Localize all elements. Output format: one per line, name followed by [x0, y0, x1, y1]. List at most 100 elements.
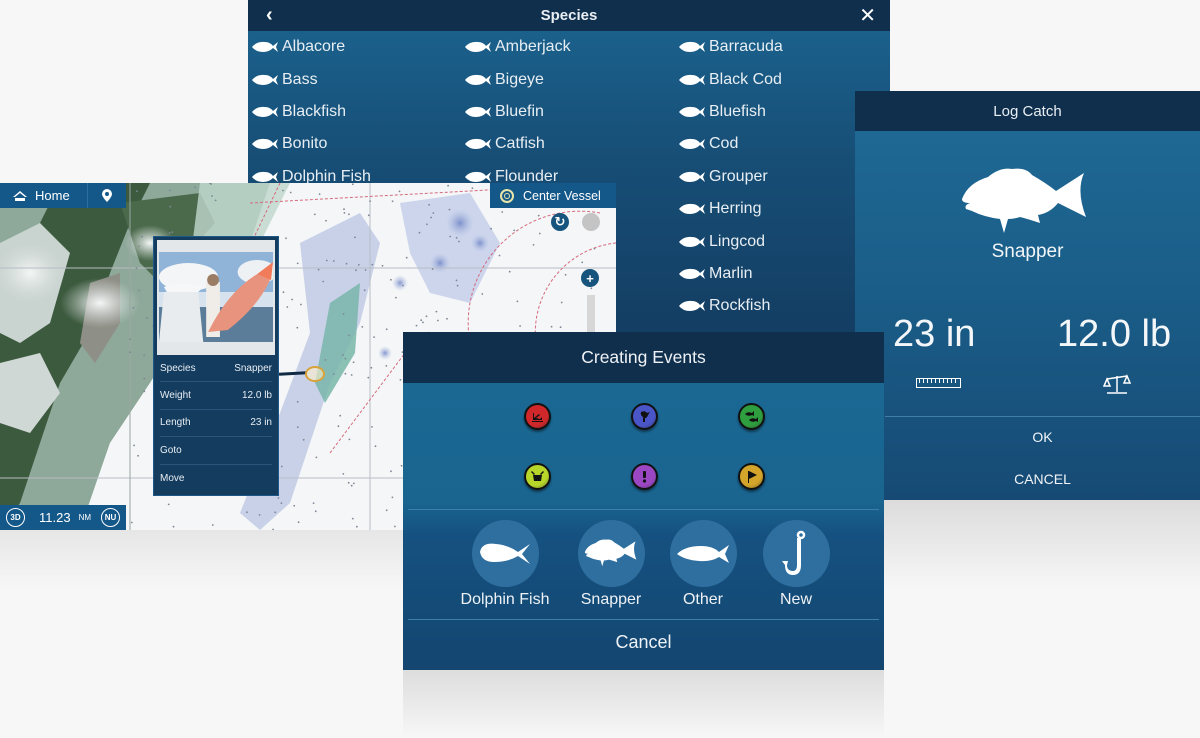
popup-rows: Species Snapper Weight 12.0 lb Length 23…: [154, 355, 278, 492]
quick-dolphin-fish-button[interactable]: Dolphin Fish: [460, 520, 550, 609]
species-item[interactable]: Lingcod: [678, 225, 783, 257]
popup-row-move[interactable]: Move: [160, 465, 272, 492]
species-label: Herring: [709, 200, 762, 218]
home-button[interactable]: Home: [0, 183, 88, 208]
zoom-in-icon[interactable]: +: [581, 269, 599, 287]
popup-value: 23 in: [250, 417, 272, 429]
quick-label: Dolphin Fish: [460, 591, 550, 608]
home-label: Home: [35, 188, 70, 203]
fish-icon: [252, 74, 278, 85]
popup-label: Move: [160, 472, 185, 484]
species-item[interactable]: Cod: [678, 128, 783, 160]
center-vessel-label: Center Vessel: [523, 188, 601, 203]
species-item[interactable]: Marlin: [678, 258, 783, 290]
events-cancel-button[interactable]: Cancel: [403, 632, 884, 653]
popup-row-weight[interactable]: Weight 12.0 lb: [160, 382, 272, 410]
species-label: Blackfish: [282, 102, 347, 120]
other-fish-icon: [669, 520, 737, 587]
species-item[interactable]: Bluefin: [464, 96, 571, 128]
species-label: Albacore: [282, 38, 346, 56]
species-label: Cod: [709, 135, 739, 153]
rotate-icon[interactable]: ↻: [551, 213, 569, 231]
species-label: Bluefin: [495, 102, 544, 120]
fish-icon: [252, 171, 278, 182]
fish-icon: [679, 268, 705, 279]
species-item[interactable]: Rockfish: [678, 290, 783, 322]
catch-marker-icon[interactable]: [305, 366, 325, 382]
creating-events-panel: Creating Events Dolphin Fish Snapper Oth…: [403, 332, 884, 670]
popup-row-species[interactable]: Species Snapper: [160, 355, 272, 383]
events-divider: [408, 619, 879, 620]
species-label: Amberjack: [495, 38, 571, 56]
diver-event-icon[interactable]: [631, 403, 658, 430]
fish-icon: [679, 106, 705, 117]
snapper-fish-icon: [962, 168, 1086, 233]
warning-event-icon[interactable]: [631, 463, 658, 490]
quick-other-button[interactable]: Other: [658, 520, 748, 609]
fish-icon: [679, 171, 705, 182]
close-icon[interactable]: ✕: [859, 3, 876, 28]
species-item[interactable]: Blackfish: [251, 96, 371, 128]
species-item[interactable]: Bonito: [251, 128, 371, 160]
species-item[interactable]: Amberjack: [464, 31, 571, 63]
species-label: Bluefish: [709, 102, 766, 120]
species-label: Lingcod: [709, 232, 766, 250]
dolphin-fish-icon: [471, 520, 539, 587]
catch-photo[interactable]: [159, 252, 277, 342]
species-item[interactable]: Barracuda: [678, 31, 783, 63]
species-item[interactable]: Bigeye: [464, 63, 571, 95]
species-label: Bass: [282, 70, 318, 88]
compass-indicator[interactable]: [582, 213, 600, 231]
species-title: Species: [540, 7, 598, 24]
home-icon: [13, 190, 27, 201]
fish-icon: [679, 301, 705, 312]
popup-label: Species: [160, 362, 196, 374]
home-toolbar: Home: [0, 183, 126, 208]
flag-event-icon[interactable]: [738, 463, 765, 490]
species-item[interactable]: Herring: [678, 193, 783, 225]
species-header: ‹ Species ✕: [248, 0, 890, 31]
fish-icon: [465, 139, 491, 150]
species-item[interactable]: Black Cod: [678, 63, 783, 95]
catch-info-popup: Species Snapper Weight 12.0 lb Length 23…: [153, 236, 279, 496]
length-value[interactable]: 23 in: [893, 313, 975, 356]
species-item[interactable]: Grouper: [678, 161, 783, 193]
target-icon: [500, 188, 514, 203]
species-label: Bonito: [282, 135, 328, 153]
orientation-button[interactable]: NU: [101, 508, 121, 527]
weight-value[interactable]: 12.0 lb: [1057, 313, 1171, 356]
log-catch-title: Log Catch: [855, 91, 1200, 131]
fish-icon: [679, 139, 705, 150]
quick-snapper-button[interactable]: Snapper: [566, 520, 656, 609]
species-item[interactable]: Bluefish: [678, 96, 783, 128]
ok-button[interactable]: OK: [885, 429, 1200, 445]
map-pin-icon: [102, 189, 112, 202]
popup-label: Weight: [160, 390, 191, 402]
chevron-left-icon[interactable]: ‹: [266, 4, 273, 27]
species-column-2: Amberjack Bigeye Bluefin Catfish Flounder: [464, 31, 571, 193]
species-label: Rockfish: [709, 297, 771, 315]
quick-new-button[interactable]: New: [751, 520, 841, 609]
events-panel-reflection: [403, 670, 884, 738]
popup-row-goto[interactable]: Goto: [160, 437, 272, 465]
popup-row-length[interactable]: Length 23 in: [160, 410, 272, 438]
species-item[interactable]: Albacore: [251, 31, 371, 63]
waypoint-button[interactable]: [88, 189, 126, 202]
fish-icon: [252, 106, 278, 117]
center-vessel-button[interactable]: Center Vessel: [490, 183, 616, 208]
species-item[interactable]: Catfish: [464, 128, 571, 160]
species-label: Catfish: [495, 135, 545, 153]
species-item[interactable]: Bass: [251, 63, 371, 95]
events-divider: [408, 509, 879, 510]
fish-school-event-icon[interactable]: [738, 403, 765, 430]
log-catch-species: Snapper: [991, 241, 1064, 262]
wreck-event-icon[interactable]: [524, 403, 551, 430]
fish-icon: [252, 139, 278, 150]
zoom-slider[interactable]: [587, 295, 595, 335]
view-mode-3d-button[interactable]: 3D: [6, 508, 25, 527]
crab-trap-event-icon[interactable]: [524, 463, 551, 490]
species-label: Barracuda: [709, 38, 783, 56]
species-label: Black Cod: [709, 70, 782, 88]
cancel-button[interactable]: CANCEL: [885, 471, 1200, 487]
log-catch-reflection: [880, 500, 1200, 590]
